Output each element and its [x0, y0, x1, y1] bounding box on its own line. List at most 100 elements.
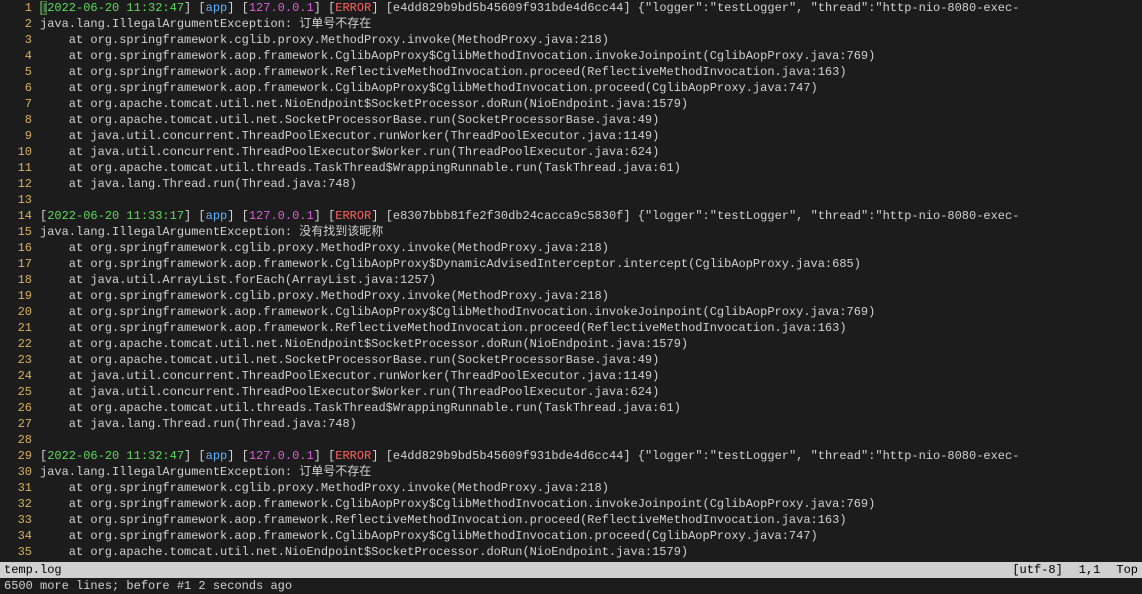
log-line[interactable]: 11 at org.apache.tomcat.util.threads.Tas…: [0, 160, 1019, 176]
line-number: 25: [0, 384, 40, 400]
line-number: 31: [0, 480, 40, 496]
log-line[interactable]: 13: [0, 192, 1019, 208]
line-content: at org.springframework.aop.framework.Cgl…: [40, 48, 1019, 64]
log-line[interactable]: 4 at org.springframework.aop.framework.C…: [0, 48, 1019, 64]
line-number: 12: [0, 176, 40, 192]
log-line[interactable]: 2java.lang.IllegalArgumentException: 订单号…: [0, 16, 1019, 32]
line-content: at java.util.ArrayList.forEach(ArrayList…: [40, 272, 1019, 288]
line-number: 5: [0, 64, 40, 80]
log-line[interactable]: 12 at java.lang.Thread.run(Thread.java:7…: [0, 176, 1019, 192]
line-number: 34: [0, 528, 40, 544]
line-number: 10: [0, 144, 40, 160]
line-number: 26: [0, 400, 40, 416]
statusbar-scroll: Top: [1116, 562, 1138, 578]
log-line[interactable]: 6 at org.springframework.aop.framework.C…: [0, 80, 1019, 96]
line-content: [40, 432, 1019, 448]
line-number: 1: [0, 0, 40, 16]
log-line[interactable]: 23 at org.apache.tomcat.util.net.SocketP…: [0, 352, 1019, 368]
log-line[interactable]: 9 at java.util.concurrent.ThreadPoolExec…: [0, 128, 1019, 144]
log-line[interactable]: 25 at java.util.concurrent.ThreadPoolExe…: [0, 384, 1019, 400]
line-content: at org.apache.tomcat.util.net.SocketProc…: [40, 352, 1019, 368]
line-number: 8: [0, 112, 40, 128]
log-line[interactable]: 10 at java.util.concurrent.ThreadPoolExe…: [0, 144, 1019, 160]
log-line[interactable]: 29[2022-06-20 11:32:47] [app] [127.0.0.1…: [0, 448, 1019, 464]
line-content: at org.apache.tomcat.util.net.NioEndpoin…: [40, 544, 1019, 560]
line-content: at java.util.concurrent.ThreadPoolExecut…: [40, 128, 1019, 144]
log-line[interactable]: 28: [0, 432, 1019, 448]
line-content: at org.springframework.cglib.proxy.Metho…: [40, 240, 1019, 256]
line-content: at org.springframework.aop.framework.Ref…: [40, 64, 1019, 80]
line-number: 20: [0, 304, 40, 320]
command-line[interactable]: 6500 more lines; before #1 2 seconds ago: [0, 578, 1142, 594]
log-line[interactable]: 30java.lang.IllegalArgumentException: 订单…: [0, 464, 1019, 480]
line-content: at org.apache.tomcat.util.net.NioEndpoin…: [40, 336, 1019, 352]
log-line[interactable]: 32 at org.springframework.aop.framework.…: [0, 496, 1019, 512]
log-line[interactable]: 35 at org.apache.tomcat.util.net.NioEndp…: [0, 544, 1019, 560]
line-number: 33: [0, 512, 40, 528]
line-number: 15: [0, 224, 40, 240]
line-content: java.lang.IllegalArgumentException: 订单号不…: [40, 464, 1019, 480]
line-number: 27: [0, 416, 40, 432]
log-line[interactable]: 14[2022-06-20 11:33:17] [app] [127.0.0.1…: [0, 208, 1019, 224]
line-number: 24: [0, 368, 40, 384]
line-number: 2: [0, 16, 40, 32]
line-content: [2022-06-20 11:32:47] [app] [127.0.0.1] …: [40, 0, 1019, 16]
log-line[interactable]: 21 at org.springframework.aop.framework.…: [0, 320, 1019, 336]
line-number: 35: [0, 544, 40, 560]
vim-editor[interactable]: 1[2022-06-20 11:32:47] [app] [127.0.0.1]…: [0, 0, 1142, 594]
line-number: 7: [0, 96, 40, 112]
line-content: at org.springframework.aop.framework.Cgl…: [40, 496, 1019, 512]
log-line[interactable]: 33 at org.springframework.aop.framework.…: [0, 512, 1019, 528]
line-content: at java.lang.Thread.run(Thread.java:748): [40, 176, 1019, 192]
log-line[interactable]: 1[2022-06-20 11:32:47] [app] [127.0.0.1]…: [0, 0, 1019, 16]
log-line[interactable]: 19 at org.springframework.cglib.proxy.Me…: [0, 288, 1019, 304]
log-line[interactable]: 7 at org.apache.tomcat.util.net.NioEndpo…: [0, 96, 1019, 112]
log-line[interactable]: 8 at org.apache.tomcat.util.net.SocketPr…: [0, 112, 1019, 128]
line-number: 28: [0, 432, 40, 448]
line-number: 11: [0, 160, 40, 176]
log-line[interactable]: 34 at org.springframework.aop.framework.…: [0, 528, 1019, 544]
line-content: at org.springframework.aop.framework.Cgl…: [40, 528, 1019, 544]
log-line[interactable]: 5 at org.springframework.aop.framework.R…: [0, 64, 1019, 80]
line-content: at java.util.concurrent.ThreadPoolExecut…: [40, 144, 1019, 160]
line-number: 13: [0, 192, 40, 208]
line-number: 9: [0, 128, 40, 144]
line-number: 16: [0, 240, 40, 256]
line-number: 19: [0, 288, 40, 304]
statusbar-position: 1,1: [1079, 562, 1101, 578]
log-line[interactable]: 26 at org.apache.tomcat.util.threads.Tas…: [0, 400, 1019, 416]
line-content: [2022-06-20 11:33:17] [app] [127.0.0.1] …: [40, 208, 1019, 224]
log-line[interactable]: 18 at java.util.ArrayList.forEach(ArrayL…: [0, 272, 1019, 288]
lines-container[interactable]: 1[2022-06-20 11:32:47] [app] [127.0.0.1]…: [0, 0, 1019, 562]
log-line[interactable]: 22 at org.apache.tomcat.util.net.NioEndp…: [0, 336, 1019, 352]
status-bar: temp.log [utf-8] 1,1 Top: [0, 562, 1142, 578]
line-content: java.lang.IllegalArgumentException: 没有找到…: [40, 224, 1019, 240]
line-content: at org.springframework.cglib.proxy.Metho…: [40, 480, 1019, 496]
line-content: at org.apache.tomcat.util.net.SocketProc…: [40, 112, 1019, 128]
line-number: 30: [0, 464, 40, 480]
line-content: at org.springframework.aop.framework.Cgl…: [40, 80, 1019, 96]
line-content: at org.springframework.cglib.proxy.Metho…: [40, 288, 1019, 304]
line-number: 29: [0, 448, 40, 464]
log-line[interactable]: 16 at org.springframework.cglib.proxy.Me…: [0, 240, 1019, 256]
line-content: [2022-06-20 11:32:47] [app] [127.0.0.1] …: [40, 448, 1019, 464]
editor-content[interactable]: 1[2022-06-20 11:32:47] [app] [127.0.0.1]…: [0, 0, 1142, 562]
line-number: 32: [0, 496, 40, 512]
log-line[interactable]: 24 at java.util.concurrent.ThreadPoolExe…: [0, 368, 1019, 384]
line-content: at org.apache.tomcat.util.threads.TaskTh…: [40, 400, 1019, 416]
line-number: 23: [0, 352, 40, 368]
line-number: 3: [0, 32, 40, 48]
log-line[interactable]: 20 at org.springframework.aop.framework.…: [0, 304, 1019, 320]
line-content: at org.springframework.cglib.proxy.Metho…: [40, 32, 1019, 48]
line-number: 22: [0, 336, 40, 352]
log-line[interactable]: 15java.lang.IllegalArgumentException: 没有…: [0, 224, 1019, 240]
line-content: at java.util.concurrent.ThreadPoolExecut…: [40, 368, 1019, 384]
line-content: at java.lang.Thread.run(Thread.java:748): [40, 416, 1019, 432]
log-line[interactable]: 27 at java.lang.Thread.run(Thread.java:7…: [0, 416, 1019, 432]
log-line[interactable]: 31 at org.springframework.cglib.proxy.Me…: [0, 480, 1019, 496]
line-number: 14: [0, 208, 40, 224]
log-line[interactable]: 3 at org.springframework.cglib.proxy.Met…: [0, 32, 1019, 48]
log-line[interactable]: 17 at org.springframework.aop.framework.…: [0, 256, 1019, 272]
line-number: 17: [0, 256, 40, 272]
statusbar-encoding: [utf-8]: [1012, 562, 1062, 578]
